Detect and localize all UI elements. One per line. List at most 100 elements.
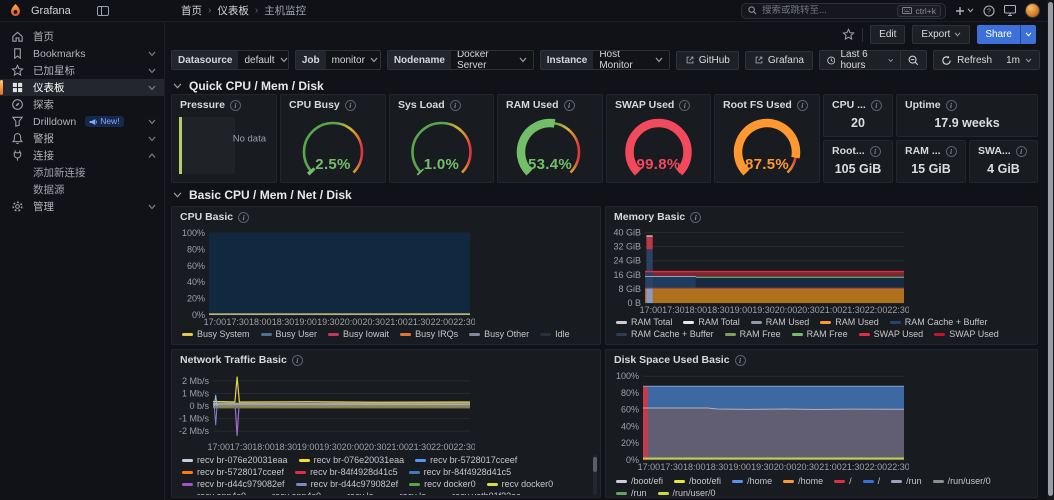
search-box[interactable]: ctrl+k	[741, 3, 946, 19]
legend-item[interactable]: SWAP Used	[934, 329, 999, 339]
panel-title[interactable]: CPU Busyi	[289, 99, 356, 111]
panel-title[interactable]: Network Traffic Basici	[180, 354, 303, 366]
row-basic-cpu-mem-net-disk[interactable]: Basic CPU / Mem / Net / Disk	[173, 188, 352, 202]
legend-item[interactable]: recv enp4s0	[257, 491, 321, 495]
filter-value-dropdown[interactable]: Host Monitor	[593, 51, 668, 69]
filter-datasource[interactable]: Datasourcedefault	[171, 50, 289, 70]
panel-title[interactable]: RAM ...i	[905, 145, 957, 157]
legend-item[interactable]: Busy IRQs	[400, 329, 458, 339]
legend-item[interactable]: recv lo	[332, 491, 374, 495]
refresh-interval-picker[interactable]: 1m	[999, 51, 1039, 69]
legend-item[interactable]: Busy Other	[469, 329, 529, 339]
legend-item[interactable]: recv br-5728017cceef	[415, 455, 517, 465]
row-quick-cpu-mem-disk[interactable]: Quick CPU / Mem / Disk	[173, 79, 324, 93]
info-icon[interactable]: i	[735, 355, 746, 366]
sidebar-toggle-icon[interactable]	[97, 6, 109, 16]
sidebar-item-connections[interactable]: 连接	[0, 147, 164, 164]
legend-item[interactable]: RAM Used	[751, 317, 810, 327]
legend-item[interactable]: recv enp4s0	[182, 491, 246, 495]
sidebar-item-bookmarks[interactable]: Bookmarks	[0, 45, 164, 62]
info-icon[interactable]: i	[1016, 146, 1027, 157]
sidebar-item-add-new-connection[interactable]: 添加新连接	[0, 164, 164, 181]
filter-value-dropdown[interactable]: Docker Server	[451, 51, 533, 69]
legend-item[interactable]: /	[834, 476, 852, 486]
grafana-link-button[interactable]: Grafana	[745, 51, 813, 70]
disk-space-chart[interactable]: 0%20%40%60%80%100%17:0017:3018:0018:3019…	[609, 368, 909, 472]
share-button[interactable]: Share	[977, 25, 1020, 44]
legend-item[interactable]: /run	[616, 488, 647, 498]
legend-item[interactable]: recv br-d44c979082ef	[182, 479, 285, 489]
legend-item[interactable]: recv br-84f4928d41c5	[409, 467, 512, 477]
legend-item[interactable]: /boot/efi	[674, 476, 721, 486]
info-icon[interactable]: i	[871, 100, 882, 111]
panel-title[interactable]: Memory Basici	[614, 211, 701, 223]
panel-title[interactable]: SWA...i	[978, 145, 1027, 157]
info-icon[interactable]: i	[946, 146, 957, 157]
edit-button[interactable]: Edit	[870, 25, 905, 44]
cpu-basic-chart[interactable]: 0%20%40%60%80%100%17:0017:3018:0018:3019…	[175, 225, 475, 327]
legend-item[interactable]: RAM Cache + Buffer	[890, 317, 988, 327]
panel-title[interactable]: SWAP Usedi	[615, 99, 690, 111]
panel-title[interactable]: RAM Usedi	[506, 99, 575, 111]
legend-item[interactable]: recv br-84f4928d41c5	[295, 467, 398, 477]
legend-item[interactable]: /	[863, 476, 881, 486]
panel-title[interactable]: Root...i	[832, 145, 881, 157]
legend-item[interactable]: Idle	[540, 329, 570, 339]
star-dashboard-button[interactable]	[842, 28, 855, 41]
sidebar-item-explore[interactable]: 探索	[0, 96, 164, 113]
legend-item[interactable]: recv docker0	[487, 479, 554, 489]
panel-title[interactable]: Disk Space Used Basici	[614, 354, 746, 366]
legend-item[interactable]: recv br-076e20031eaa	[299, 455, 405, 465]
sidebar-item-alerting[interactable]: 警报	[0, 130, 164, 147]
legend-item[interactable]: Busy User	[261, 329, 318, 339]
legend-item[interactable]: /boot/efi	[616, 476, 663, 486]
info-icon[interactable]: i	[292, 355, 303, 366]
user-avatar[interactable]	[1025, 3, 1040, 18]
panel-title[interactable]: CPU ...i	[832, 99, 882, 111]
breadcrumb-home[interactable]: 首页	[181, 3, 202, 18]
grafana-logo[interactable]	[8, 3, 23, 18]
share-menu-button[interactable]	[1020, 25, 1036, 44]
legend-item[interactable]: /home	[732, 476, 772, 486]
info-icon[interactable]: i	[345, 100, 356, 111]
network-traffic-chart[interactable]: 2 Mb/s1 Mb/s0 b/s-1 Mb/s-2 Mb/s17:0017:3…	[175, 368, 475, 452]
filter-value-dropdown[interactable]: monitor	[326, 51, 381, 69]
legend-item[interactable]: Busy System	[182, 329, 250, 339]
info-icon[interactable]: i	[450, 100, 461, 111]
legend-item[interactable]: RAM Total	[683, 317, 739, 327]
github-link-button[interactable]: GitHub	[676, 51, 739, 70]
info-icon[interactable]: i	[946, 100, 957, 111]
info-icon[interactable]: i	[238, 212, 249, 223]
legend-item[interactable]: recv br-d44c979082ef	[296, 479, 399, 489]
panel-title[interactable]: Pressurei	[180, 99, 241, 111]
legend-item[interactable]: RAM Cache + Buffer	[616, 329, 714, 339]
info-icon[interactable]: i	[564, 100, 575, 111]
legend-item[interactable]: RAM Total	[616, 317, 672, 327]
sidebar-item-data-sources[interactable]: 数据源	[0, 181, 164, 198]
legend-item[interactable]: RAM Used	[820, 317, 879, 327]
memory-basic-chart[interactable]: 0 B8 GiB16 GiB24 GiB32 GiB40 GiB17:0017:…	[609, 225, 909, 315]
sidebar-item-drilldown[interactable]: DrilldownNew!	[0, 113, 164, 130]
legend-item[interactable]: recv br-076e20031eaa	[182, 455, 288, 465]
legend-item[interactable]: RAM Free	[792, 329, 848, 339]
legend-item[interactable]: recv veth01f23ac	[437, 491, 521, 495]
sidebar-item-starred[interactable]: 已加星标	[0, 62, 164, 79]
sidebar-item-administration[interactable]: 管理	[0, 198, 164, 215]
zoom-out-time-button[interactable]	[901, 51, 926, 69]
legend-item[interactable]: /run/user/0	[933, 476, 991, 486]
info-icon[interactable]: i	[230, 100, 241, 111]
filter-value-dropdown[interactable]: default	[238, 51, 288, 69]
filter-instance[interactable]: InstanceHost Monitor	[540, 50, 670, 70]
legend-item[interactable]: recv br-5728017cceef	[182, 467, 284, 477]
time-range-picker[interactable]: Last 6 hours	[820, 51, 900, 69]
sidebar-item-dashboards[interactable]: 仪表板	[0, 79, 164, 96]
help-button[interactable]: ?	[983, 5, 995, 17]
export-button[interactable]: Export	[912, 25, 970, 44]
search-input[interactable]	[762, 5, 892, 16]
panel-title[interactable]: Uptimei	[905, 99, 957, 111]
filter-job[interactable]: Jobmonitor	[295, 50, 381, 70]
news-button[interactable]	[1004, 5, 1016, 16]
legend-item[interactable]: recv docker0	[409, 479, 476, 489]
legend-item[interactable]: /home	[783, 476, 823, 486]
sidebar-item-home[interactable]: 首页	[0, 28, 164, 45]
